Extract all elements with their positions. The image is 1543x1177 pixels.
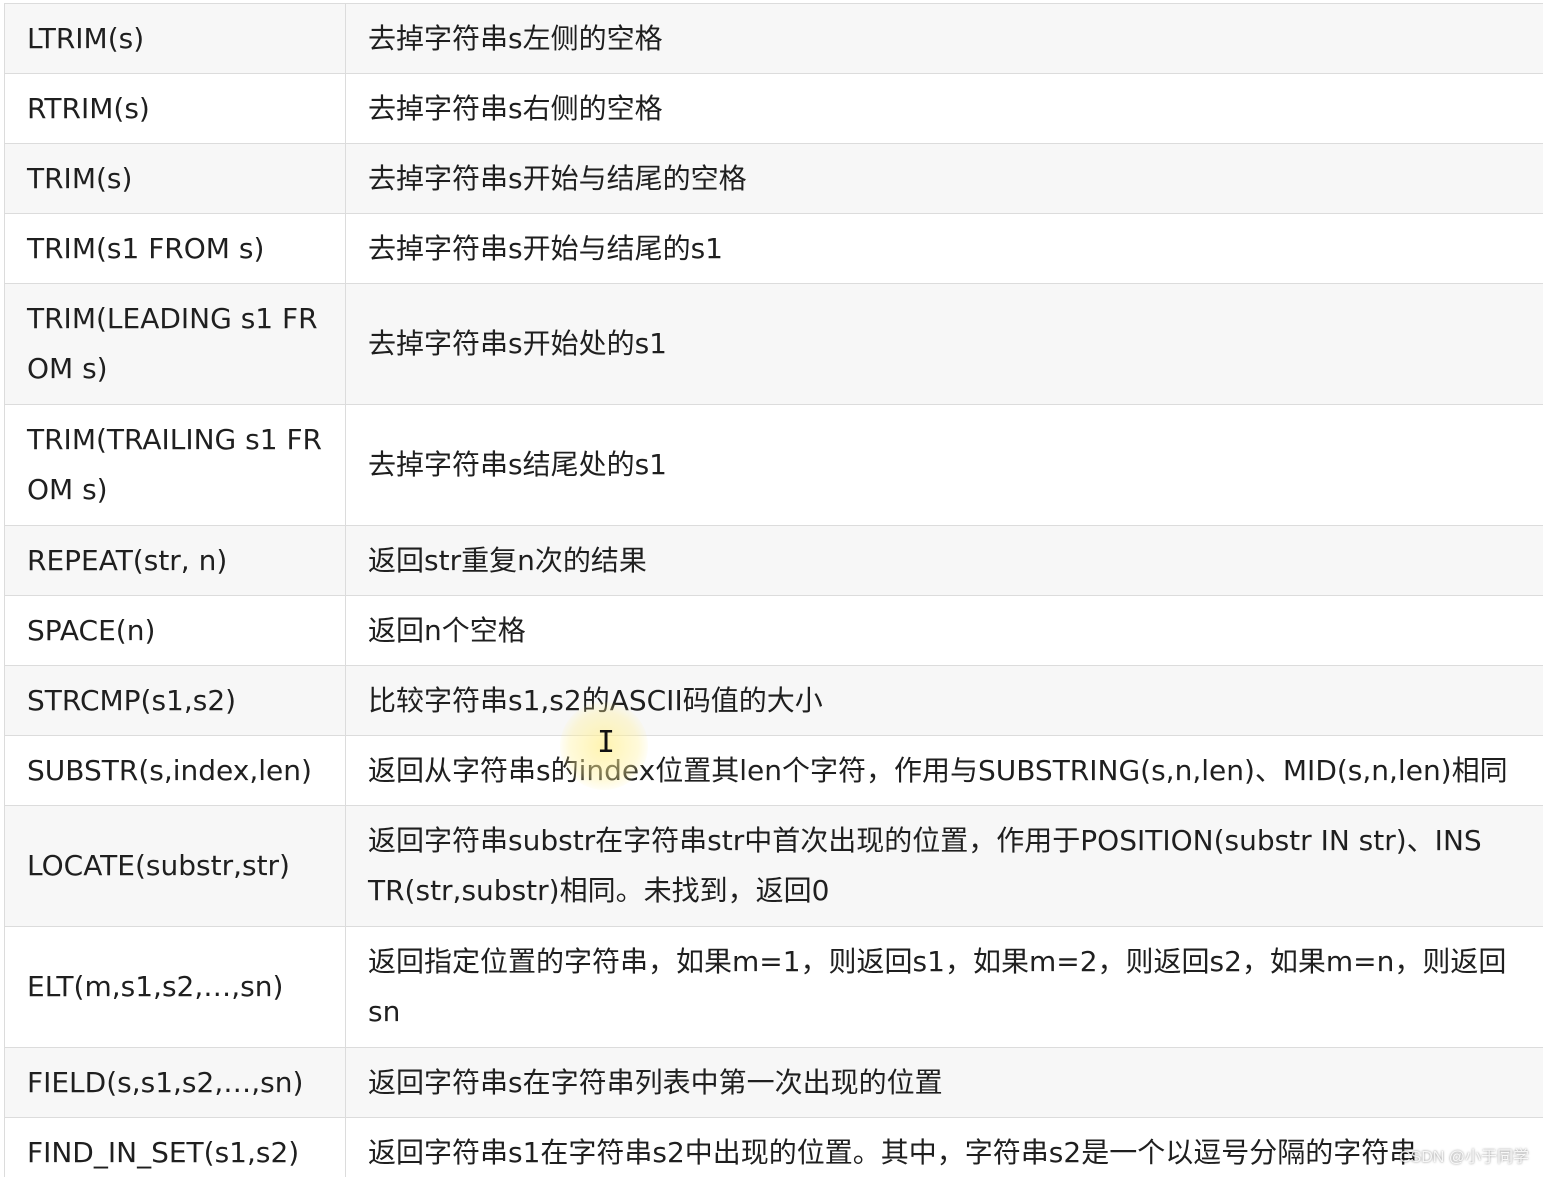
table-row: LOCATE(substr,str) 返回字符串substr在字符串str中首次… bbox=[4, 805, 1543, 927]
function-cell: TRIM(s) bbox=[4, 143, 346, 214]
description-cell: 去掉字符串s开始与结尾的s1 bbox=[345, 213, 1543, 284]
function-cell: SUBSTR(s,index,len) bbox=[4, 735, 346, 806]
function-cell: ELT(m,s1,s2,…,sn) bbox=[4, 926, 346, 1048]
table-row: SUBSTR(s,index,len) 返回从字符串s的index位置其len个… bbox=[4, 735, 1543, 806]
table-row: TRIM(TRAILING s1 FROM s) 去掉字符串s结尾处的s1 bbox=[4, 404, 1543, 526]
function-cell: FIND_IN_SET(s1,s2) bbox=[4, 1117, 346, 1177]
description-cell: 返回从字符串s的index位置其len个字符，作用与SUBSTRING(s,n,… bbox=[345, 735, 1543, 806]
description-cell: 返回n个空格 bbox=[345, 595, 1543, 666]
description-cell: 返回字符串substr在字符串str中首次出现的位置，作用于POSITION(s… bbox=[345, 805, 1543, 927]
table-row: ELT(m,s1,s2,…,sn) 返回指定位置的字符串，如果m=1，则返回s1… bbox=[4, 926, 1543, 1048]
table-row: TRIM(s) 去掉字符串s开始与结尾的空格 bbox=[4, 143, 1543, 214]
text-cursor-icon: I bbox=[597, 725, 616, 760]
string-function-table: LTRIM(s) 去掉字符串s左侧的空格 RTRIM(s) 去掉字符串s右侧的空… bbox=[4, 3, 1543, 1177]
screenshot-page: LTRIM(s) 去掉字符串s左侧的空格 RTRIM(s) 去掉字符串s右侧的空… bbox=[0, 0, 1543, 1177]
table-row: SPACE(n) 返回n个空格 bbox=[4, 595, 1543, 666]
function-cell: TRIM(LEADING s1 FROM s) bbox=[4, 283, 346, 405]
function-cell: LOCATE(substr,str) bbox=[4, 805, 346, 927]
function-cell: RTRIM(s) bbox=[4, 73, 346, 144]
watermark: CSDN @小于同学 bbox=[1398, 1149, 1529, 1166]
table-row: FIELD(s,s1,s2,…,sn) 返回字符串s在字符串列表中第一次出现的位… bbox=[4, 1047, 1543, 1118]
function-cell: TRIM(s1 FROM s) bbox=[4, 213, 346, 284]
function-cell: STRCMP(s1,s2) bbox=[4, 665, 346, 736]
description-cell: 返回字符串s在字符串列表中第一次出现的位置 bbox=[345, 1047, 1543, 1118]
table-row: REPEAT(str, n) 返回str重复n次的结果 bbox=[4, 525, 1543, 596]
description-cell: 去掉字符串s左侧的空格 bbox=[345, 3, 1543, 74]
table-row: FIND_IN_SET(s1,s2) 返回字符串s1在字符串s2中出现的位置。其… bbox=[4, 1117, 1543, 1177]
description-cell: 比较字符串s1,s2的ASCII码值的大小 bbox=[345, 665, 1543, 736]
description-cell: 返回str重复n次的结果 bbox=[345, 525, 1543, 596]
table-row: LTRIM(s) 去掉字符串s左侧的空格 bbox=[4, 3, 1543, 74]
table-row: TRIM(LEADING s1 FROM s) 去掉字符串s开始处的s1 bbox=[4, 283, 1543, 405]
description-cell: 返回字符串s1在字符串s2中出现的位置。其中，字符串s2是一个以逗号分隔的字符串 bbox=[345, 1117, 1543, 1177]
table-row: TRIM(s1 FROM s) 去掉字符串s开始与结尾的s1 bbox=[4, 213, 1543, 284]
description-cell: 去掉字符串s结尾处的s1 bbox=[345, 404, 1543, 526]
function-cell: FIELD(s,s1,s2,…,sn) bbox=[4, 1047, 346, 1118]
description-cell: 返回指定位置的字符串，如果m=1，则返回s1，如果m=2，则返回s2，如果m=n… bbox=[345, 926, 1543, 1048]
function-cell: TRIM(TRAILING s1 FROM s) bbox=[4, 404, 346, 526]
function-cell: SPACE(n) bbox=[4, 595, 346, 666]
description-cell: 去掉字符串s开始与结尾的空格 bbox=[345, 143, 1543, 214]
function-cell: LTRIM(s) bbox=[4, 3, 346, 74]
description-cell: 去掉字符串s开始处的s1 bbox=[345, 283, 1543, 405]
function-cell: REPEAT(str, n) bbox=[4, 525, 346, 596]
table-row: RTRIM(s) 去掉字符串s右侧的空格 bbox=[4, 73, 1543, 144]
description-cell: 去掉字符串s右侧的空格 bbox=[345, 73, 1543, 144]
table-row: STRCMP(s1,s2) 比较字符串s1,s2的ASCII码值的大小 bbox=[4, 665, 1543, 736]
